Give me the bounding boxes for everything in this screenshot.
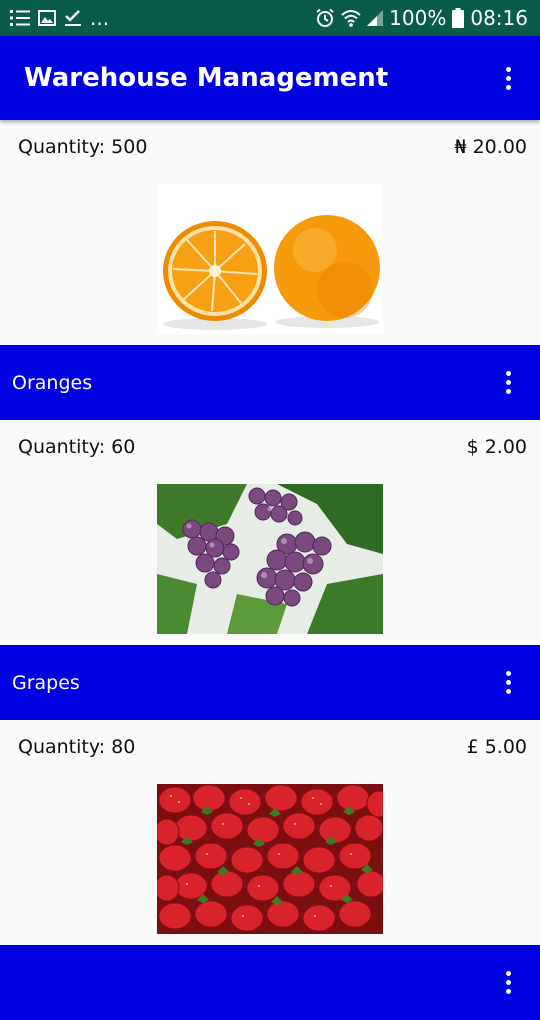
product-details: Quantity: 60 $ 2.00 <box>0 420 540 645</box>
product-title-bar[interactable]: Grapes <box>0 645 540 720</box>
product-title-bar[interactable]: Oranges <box>0 345 540 420</box>
product-image-oranges <box>157 184 383 334</box>
clock: 08:16 <box>470 6 528 30</box>
product-card[interactable]: Quantity: 60 $ 2.00 Grapes <box>0 420 540 720</box>
more-vert-icon[interactable] <box>496 363 520 403</box>
product-image-grapes <box>157 484 383 634</box>
product-image-strawberries <box>157 784 383 934</box>
more-notifications-indicator: ... <box>90 6 110 30</box>
battery-icon <box>452 8 465 28</box>
price-label: £ 5.00 <box>466 736 527 758</box>
system-status: 100% 08:16 <box>315 6 528 30</box>
price-label: $ 2.00 <box>466 436 527 458</box>
image-icon <box>38 10 56 26</box>
list-icon <box>10 9 30 27</box>
product-card[interactable]: Quantity: 500 ₦ 20.00 Oranges <box>0 120 540 420</box>
more-vert-icon[interactable] <box>496 663 520 703</box>
product-list: Quantity: 500 ₦ 20.00 Oranges Quantity: … <box>0 120 540 1020</box>
app-title: Warehouse Management <box>24 63 389 93</box>
more-vert-icon[interactable] <box>496 58 520 98</box>
quantity-label: Quantity: 80 <box>18 736 136 758</box>
product-name: Grapes <box>12 671 80 694</box>
notification-area: ... <box>10 6 109 30</box>
status-bar: ... 100% 08:16 <box>0 0 540 36</box>
product-details: Quantity: 80 £ 5.00 <box>0 720 540 945</box>
price-label: ₦ 20.00 <box>454 136 527 158</box>
product-card[interactable]: Quantity: 80 £ 5.00 <box>0 720 540 1020</box>
check-icon <box>64 9 82 27</box>
wifi-icon <box>341 8 361 28</box>
signal-icon <box>367 10 384 26</box>
quantity-label: Quantity: 60 <box>18 436 136 458</box>
product-title-bar[interactable] <box>0 945 540 1020</box>
battery-percent: 100% <box>389 6 447 30</box>
app-bar: Warehouse Management <box>0 36 540 120</box>
product-details: Quantity: 500 ₦ 20.00 <box>0 120 540 345</box>
more-vert-icon[interactable] <box>496 963 520 1003</box>
alarm-icon <box>315 8 335 28</box>
product-name: Oranges <box>12 371 93 394</box>
quantity-label: Quantity: 500 <box>18 136 148 158</box>
